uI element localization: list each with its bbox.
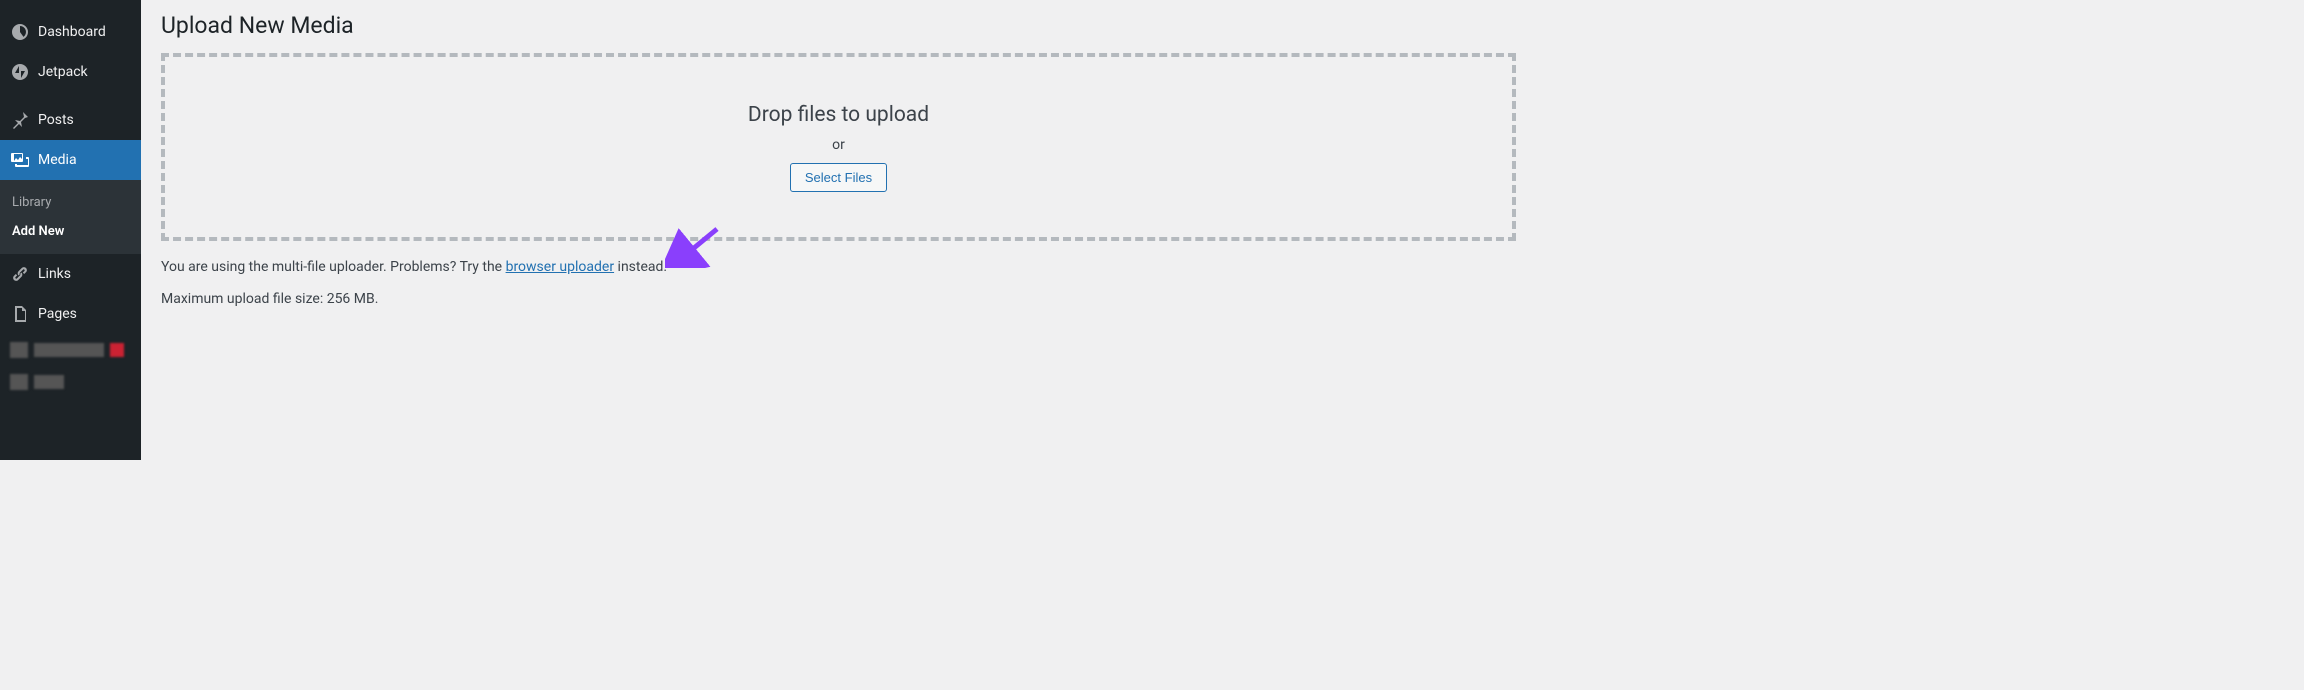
sidebar-item-dashboard[interactable]: Dashboard — [0, 12, 141, 52]
dashboard-icon — [10, 22, 30, 42]
sidebar-item-label: Jetpack — [38, 64, 88, 80]
sidebar-item-label: Posts — [38, 112, 74, 128]
pages-icon — [10, 304, 30, 324]
media-icon — [10, 150, 30, 170]
main-content: Upload New Media Drop files to upload or… — [141, 0, 1536, 460]
dropzone-heading: Drop files to upload — [748, 103, 929, 127]
sidebar-item-label: Pages — [38, 306, 77, 322]
sidebar-item-label: Links — [38, 266, 71, 282]
submenu-item-add-new[interactable]: Add New — [0, 217, 141, 246]
sidebar-item-label: Dashboard — [38, 24, 106, 40]
dropzone-or: or — [832, 137, 845, 153]
sidebar-item-label: Media — [38, 152, 77, 168]
link-icon — [10, 264, 30, 284]
sidebar-item-pages[interactable]: Pages — [0, 294, 141, 334]
admin-sidebar: Dashboard Jetpack Posts Media Library Ad… — [0, 0, 141, 460]
uploader-info-text: You are using the multi-file uploader. P… — [161, 259, 1516, 275]
sidebar-item-posts[interactable]: Posts — [0, 100, 141, 140]
sidebar-item-media[interactable]: Media — [0, 140, 141, 180]
sidebar-item-redacted[interactable] — [0, 366, 141, 398]
page-title: Upload New Media — [161, 12, 1516, 39]
submenu-item-library[interactable]: Library — [0, 188, 141, 217]
sidebar-item-links[interactable]: Links — [0, 254, 141, 294]
sidebar-item-redacted[interactable] — [0, 334, 141, 366]
info-after: instead. — [614, 259, 667, 275]
pushpin-icon — [10, 110, 30, 130]
jetpack-icon — [10, 62, 30, 82]
select-files-button[interactable]: Select Files — [790, 163, 887, 192]
info-before: You are using the multi-file uploader. P… — [161, 259, 506, 275]
max-upload-size-text: Maximum upload file size: 256 MB. — [161, 291, 1516, 307]
media-submenu: Library Add New — [0, 180, 141, 254]
sidebar-item-jetpack[interactable]: Jetpack — [0, 52, 141, 92]
upload-dropzone[interactable]: Drop files to upload or Select Files — [161, 53, 1516, 241]
browser-uploader-link[interactable]: browser uploader — [506, 259, 615, 275]
